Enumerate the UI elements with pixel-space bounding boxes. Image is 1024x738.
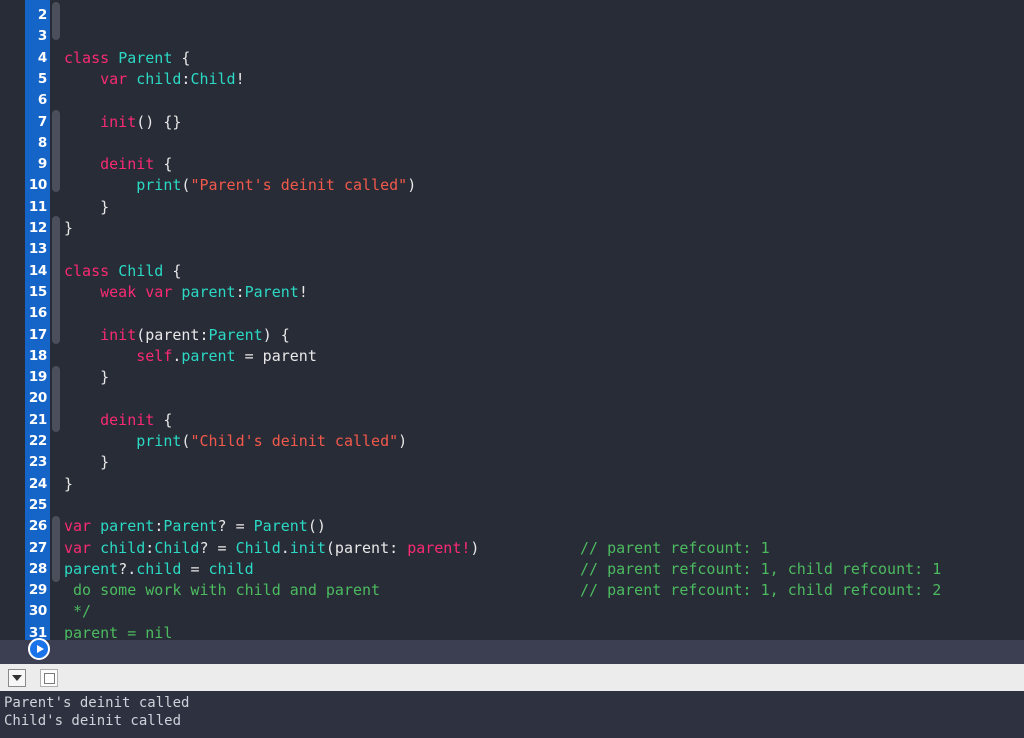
code-line[interactable]: 5 (0, 48, 1024, 87)
square-icon (43, 672, 55, 684)
code-line[interactable]: 16 init(parent:Parent) { (0, 282, 1024, 343)
code-line[interactable]: 31 parent = nil //parent refcount: 0, ch… (0, 601, 1024, 640)
code-line[interactable]: 10 } (0, 154, 1024, 215)
code-line[interactable]: 3 class Parent { (0, 5, 1024, 66)
code-line[interactable]: 21 print("Child's deinit called") (0, 388, 1024, 450)
console-output[interactable]: Parent's deinit called Child's deinit ca… (0, 691, 1024, 738)
code-line[interactable]: 7 (0, 90, 1024, 130)
playground-window: 2 3 class Parent { 4 var child:Child! 5 … (0, 0, 1024, 738)
run-playground-button[interactable] (28, 638, 50, 660)
code-line[interactable]: 17 self.parent = parent (0, 303, 1024, 365)
code-line[interactable]: 32 child = nil //child refcount: 0 (0, 623, 1024, 640)
console-line: Child's deinit called (4, 712, 182, 729)
code-line[interactable]: 18 } (0, 325, 1024, 386)
code-line[interactable]: 11 } (0, 175, 1024, 237)
console-line: Parent's deinit called (4, 695, 190, 711)
code-line[interactable]: 28 do some work with child and parent (0, 538, 1024, 599)
code-line[interactable]: 19 (0, 346, 1024, 385)
chevron-down-icon (12, 675, 22, 681)
code-line[interactable]: 20 deinit { (0, 367, 1024, 428)
code-line[interactable]: 4 var child:Child! (0, 26, 1024, 88)
code-line[interactable]: 14 weak var parent:Parent! (0, 239, 1024, 301)
code-line[interactable]: 30 parent = nil (0, 580, 1024, 640)
code-line[interactable]: 29 */ (0, 559, 1024, 620)
code-line[interactable]: 25 var parent:Parent? = Parent() // pare… (0, 474, 1024, 557)
code-lines[interactable]: 2 3 class Parent { 4 var child:Child! 5 … (0, 0, 1024, 640)
code-line[interactable]: 9 print("Parent's deinit called") (0, 133, 1024, 194)
code-line[interactable]: 24 (0, 452, 1024, 492)
run-bar (0, 640, 1024, 664)
play-icon (36, 645, 44, 653)
console-toolbar (0, 664, 1024, 692)
code-line[interactable]: 23 } (0, 431, 1024, 492)
code-editor[interactable]: 2 3 class Parent { 4 var child:Child! 5 … (0, 0, 1024, 640)
code-line[interactable]: 6 init() {} (0, 69, 1024, 130)
code-line[interactable]: 22 } (0, 410, 1024, 471)
filter-dropdown-button[interactable] (8, 669, 26, 687)
code-line[interactable]: 26 var child:Child? = Child.init(parent:… (0, 495, 1024, 578)
code-line[interactable]: 13 class Child { (0, 218, 1024, 279)
clear-console-button[interactable] (40, 669, 58, 687)
code-line[interactable]: 15 (0, 261, 1024, 300)
code-line[interactable]: 12 (0, 197, 1024, 236)
code-line[interactable]: 8 deinit { (0, 112, 1024, 173)
code-line[interactable]: 27 parent?.child = child // parent refco… (0, 516, 1024, 600)
